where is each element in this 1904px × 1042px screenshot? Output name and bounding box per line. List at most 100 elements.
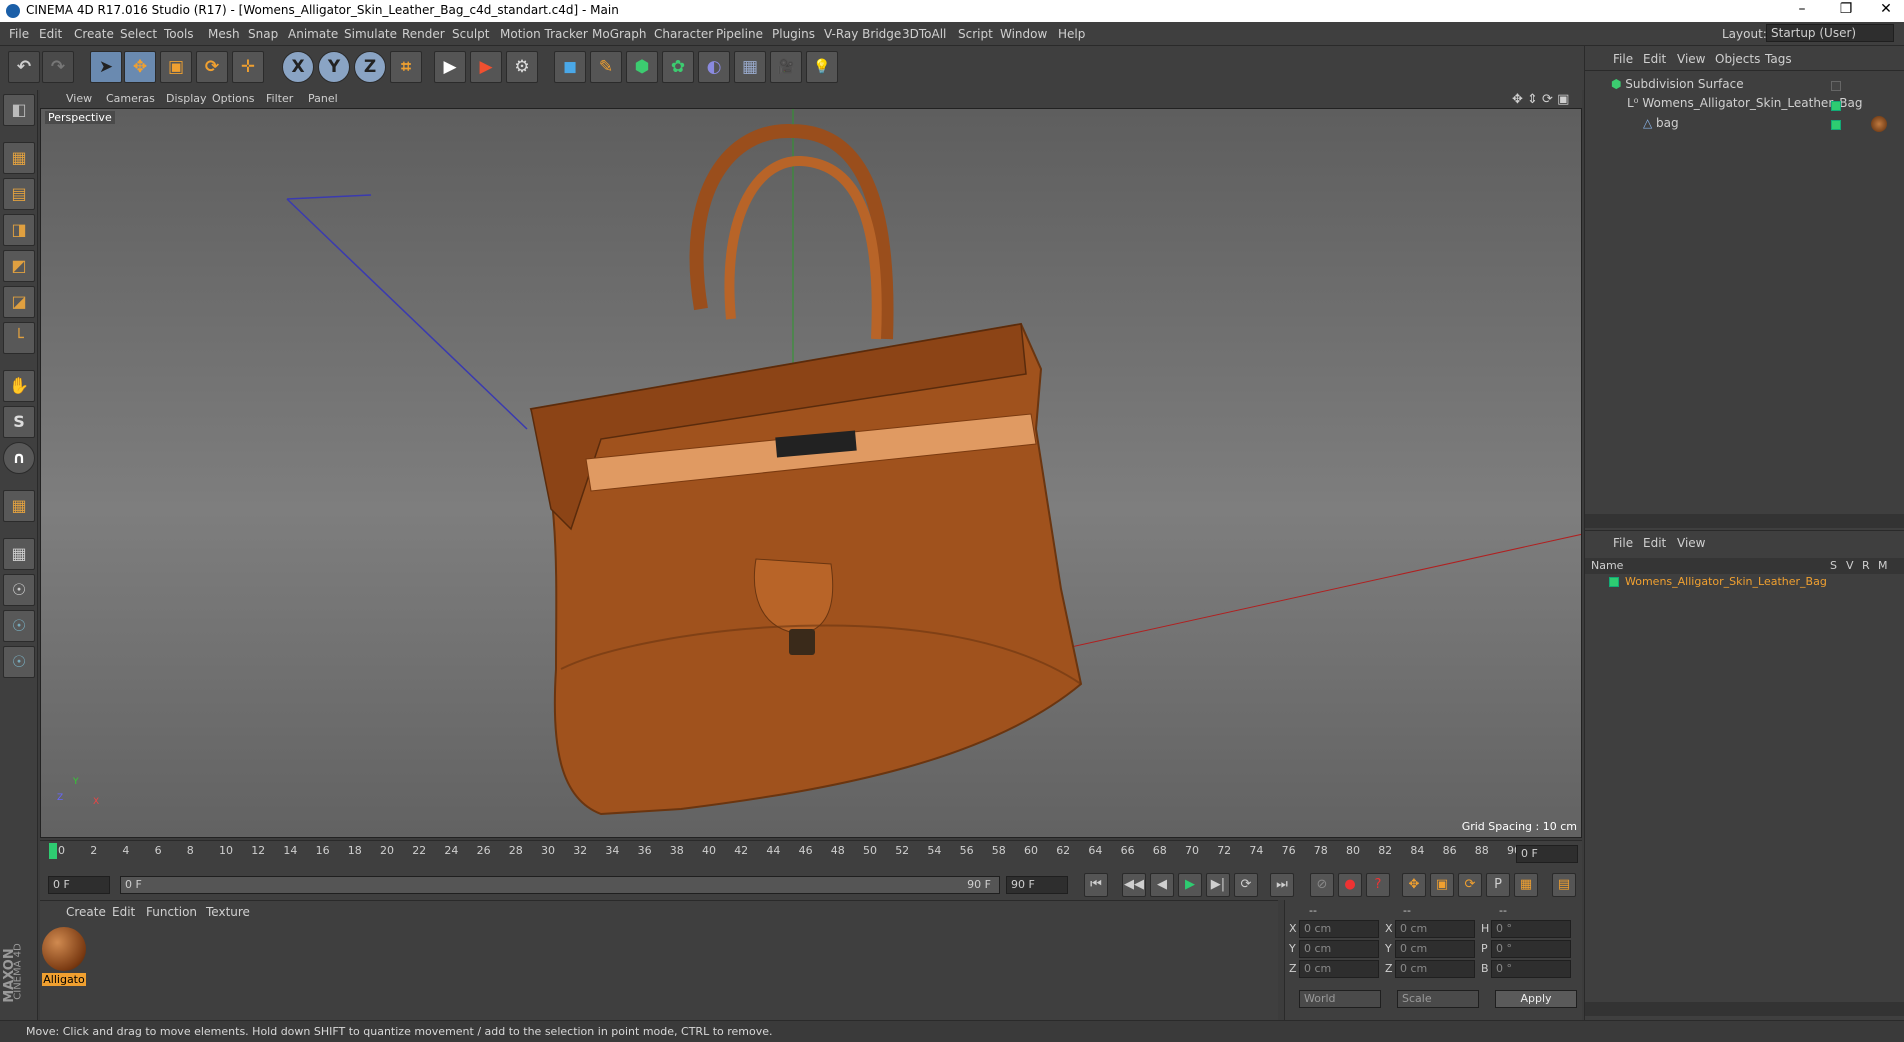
render-picture-viewer-icon[interactable]: ▶ — [470, 51, 502, 83]
magnet-icon[interactable]: ▦ — [3, 490, 35, 522]
go-to-start-icon[interactable]: ⏮ — [1084, 873, 1108, 897]
menu-animate[interactable]: Animate — [288, 27, 338, 41]
redo-icon[interactable]: ↷ — [42, 51, 74, 83]
om-menu-objects[interactable]: Objects — [1715, 52, 1760, 66]
menu-help[interactable]: Help — [1058, 27, 1085, 41]
snap-icon[interactable]: ∩ — [3, 442, 35, 474]
object-subdivision-surface[interactable]: ⬢ Subdivision Surface — [1611, 77, 1744, 91]
coord-value-field[interactable]: 0 cm — [1299, 940, 1379, 958]
coord-value-field[interactable]: 0 cm — [1299, 960, 1379, 978]
floor-icon[interactable]: ▦ — [734, 51, 766, 83]
material-menu-texture[interactable]: Texture — [206, 905, 250, 919]
render-view-icon[interactable]: ▶ — [434, 51, 466, 83]
am-menu-edit[interactable]: Edit — [1643, 536, 1666, 550]
menu-simulate[interactable]: Simulate — [344, 27, 397, 41]
menu-window[interactable]: Window — [1000, 27, 1047, 41]
record-disabled-icon[interactable]: ⊘ — [1310, 873, 1334, 897]
deformer-icon[interactable]: ◐ — [698, 51, 730, 83]
go-to-end-icon[interactable]: ⏭ — [1270, 873, 1294, 897]
visibility-toggle[interactable] — [1831, 81, 1841, 91]
material-menu-edit[interactable]: Edit — [112, 905, 135, 919]
key-scale-icon[interactable]: ▣ — [1430, 873, 1454, 897]
menu-pipeline[interactable]: Pipeline — [716, 27, 763, 41]
autokey-icon[interactable]: ? — [1366, 873, 1390, 897]
model-mode-icon[interactable]: ◧ — [3, 94, 35, 126]
viewport-menu-cameras[interactable]: Cameras — [106, 92, 155, 105]
start-frame-field[interactable]: 0 F — [48, 876, 110, 894]
menu-script[interactable]: Script — [958, 27, 993, 41]
menu-mograph[interactable]: MoGraph — [592, 27, 647, 41]
am-menu-file[interactable]: File — [1613, 536, 1633, 550]
python-icon[interactable]: ☉ — [3, 610, 35, 642]
menu-file[interactable]: File — [9, 27, 29, 41]
viewport-menu-view[interactable]: View — [66, 92, 92, 105]
previous-key-icon[interactable]: ◀◀ — [1122, 873, 1146, 897]
scale-tool-icon[interactable]: ▣ — [160, 51, 192, 83]
y-axis-button[interactable]: Y — [318, 51, 350, 83]
menu-tools[interactable]: Tools — [164, 27, 194, 41]
coord-value-field[interactable]: 0 cm — [1395, 940, 1475, 958]
key-rotation-icon[interactable]: ⟳ — [1458, 873, 1482, 897]
menu-create[interactable]: Create — [74, 27, 114, 41]
axis-mode-icon[interactable]: ✋ — [3, 370, 35, 402]
record-icon[interactable]: ● — [1338, 873, 1362, 897]
menu-snap[interactable]: Snap — [248, 27, 278, 41]
menu-3dtoall[interactable]: 3DToAll — [902, 27, 946, 41]
menu-mesh[interactable]: Mesh — [208, 27, 240, 41]
playhead[interactable] — [49, 843, 57, 859]
timeline-ruler[interactable]: 0 2 4 6 8 10 12 14 16 18 20 22 24 26 28 30 32 34 36 38 40 42 4… — [40, 840, 1582, 868]
tweak-mode-icon[interactable]: S — [3, 406, 35, 438]
viewport-menu-filter[interactable]: Filter — [266, 92, 293, 105]
move-tool-icon[interactable]: ✥ — [124, 51, 156, 83]
layout-select[interactable]: Startup (User) — [1766, 24, 1894, 42]
menu-vray-bridge[interactable]: V-Ray Bridge — [824, 27, 901, 41]
render-settings-icon[interactable]: ⚙ — [506, 51, 538, 83]
key-pla-icon[interactable]: ▦ — [1514, 873, 1538, 897]
play-icon[interactable]: ▶ — [1178, 873, 1202, 897]
om-menu-edit[interactable]: Edit — [1643, 52, 1666, 66]
locked-workplane-icon[interactable]: ▦ — [3, 538, 35, 570]
layer-color-tag[interactable] — [1831, 101, 1841, 111]
coord-value-field[interactable]: 0 cm — [1395, 920, 1475, 938]
viewport-perspective[interactable]: Perspective Grid Spacing : 10 cm Y Z X — [40, 108, 1582, 838]
am-menu-view[interactable]: View — [1677, 536, 1705, 550]
camera-icon[interactable]: 🎥 — [770, 51, 802, 83]
coord-value-field[interactable]: 0 ° — [1491, 960, 1571, 978]
coordinate-system-icon[interactable]: ⌗ — [390, 51, 422, 83]
key-parameter-icon[interactable]: P — [1486, 873, 1510, 897]
polygons-mode-icon[interactable]: └ — [3, 322, 35, 354]
material-menu-function[interactable]: Function — [146, 905, 197, 919]
z-axis-button[interactable]: Z — [354, 51, 386, 83]
layer-color-swatch[interactable] — [1609, 577, 1619, 587]
end-frame-field[interactable]: 90 F — [1006, 876, 1068, 894]
close-icon[interactable]: ✕ — [1866, 1, 1904, 17]
material-name-label[interactable]: Alligato — [42, 973, 86, 986]
add-object-icon[interactable]: ✛ — [232, 51, 264, 83]
restore-icon[interactable]: ❐ — [1826, 1, 1866, 17]
viewport-menu-options[interactable]: Options — [212, 92, 254, 105]
coord-mode-select[interactable]: Scale — [1397, 990, 1479, 1008]
viewport-menu-panel[interactable]: Panel — [308, 92, 338, 105]
coord-value-field[interactable]: 0 cm — [1299, 920, 1379, 938]
workplane-icon[interactable]: ◨ — [3, 214, 35, 246]
om-menu-tags[interactable]: Tags — [1765, 52, 1792, 66]
frame-range-slider[interactable]: 0 F 90 F — [120, 876, 1000, 894]
undo-icon[interactable]: ↶ — [8, 51, 40, 83]
object-bag-mesh[interactable]: △ bag — [1643, 116, 1679, 130]
light-icon[interactable]: 💡 — [806, 51, 838, 83]
menu-edit[interactable]: Edit — [39, 27, 62, 41]
cube-icon[interactable]: ◼ — [554, 51, 586, 83]
coord-value-field[interactable]: 0 ° — [1491, 920, 1571, 938]
coord-value-field[interactable]: 0 cm — [1395, 960, 1475, 978]
current-frame-field[interactable]: 0 F — [1516, 845, 1578, 863]
rotate-tool-icon[interactable]: ⟳ — [196, 51, 228, 83]
select-tool-icon[interactable]: ➤ — [90, 51, 122, 83]
material-menu-create[interactable]: Create — [66, 905, 106, 919]
subdivision-surface-icon[interactable]: ⬢ — [626, 51, 658, 83]
previous-frame-icon[interactable]: ◀ — [1150, 873, 1174, 897]
viewport-nav-icons[interactable]: ✥ ⇕ ⟳ ▣ — [1512, 92, 1569, 107]
om-menu-view[interactable]: View — [1677, 52, 1705, 66]
python-script-icon[interactable]: ☉ — [3, 646, 35, 678]
timeline-window-icon[interactable]: ▤ — [1552, 873, 1576, 897]
layer-color-tag[interactable] — [1831, 120, 1841, 130]
